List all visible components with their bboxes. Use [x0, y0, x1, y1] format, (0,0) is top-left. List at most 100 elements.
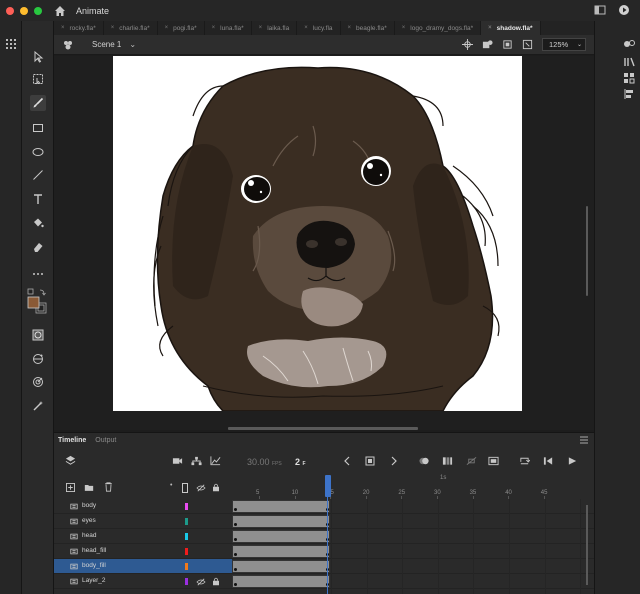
oval-tool[interactable] [30, 144, 46, 160]
test-movie-icon[interactable] [618, 4, 630, 16]
layer-color-swatch[interactable] [185, 548, 188, 555]
delete-layer-icon[interactable] [104, 482, 113, 492]
components-icon[interactable] [623, 72, 635, 84]
brush-mode-button[interactable] [30, 351, 46, 367]
pressure-button[interactable] [30, 374, 46, 390]
scene-name[interactable]: Scene 1 [92, 40, 121, 49]
keyframe-span[interactable] [232, 530, 330, 543]
line-tool[interactable] [30, 167, 46, 183]
clapper-icon[interactable] [62, 39, 74, 51]
tab-rocky[interactable]: × rocky.fla* [54, 21, 104, 35]
stage-vertical-scrollbar[interactable] [586, 206, 588, 296]
home-icon[interactable] [54, 5, 66, 17]
selection-tool[interactable] [30, 49, 46, 65]
keyframe-dot[interactable] [234, 508, 237, 511]
close-tab-icon[interactable]: × [61, 25, 65, 31]
properties-icon[interactable] [623, 38, 635, 50]
outline-toggle-icon[interactable] [182, 483, 188, 493]
tab-pogi[interactable]: × pogi.fla* [158, 21, 205, 35]
layer-color-swatch[interactable] [185, 503, 188, 510]
tab-lucy[interactable]: × lucy.fla [297, 21, 341, 35]
text-tool[interactable] [30, 191, 46, 207]
close-tab-icon[interactable]: × [259, 25, 263, 31]
timeline-scrollbar[interactable] [586, 505, 588, 585]
layer-color-swatch[interactable] [185, 518, 188, 525]
zoom-window-button[interactable] [34, 6, 42, 15]
layer-row[interactable]: Layer_2 [54, 574, 232, 589]
tab-timeline[interactable]: Timeline [54, 437, 91, 444]
layer-row[interactable]: body [54, 499, 232, 514]
brush-tool[interactable] [30, 95, 46, 111]
hidden-eye-icon[interactable] [196, 578, 206, 586]
highlight-dot-icon[interactable]: • [170, 482, 172, 489]
frame-row[interactable] [232, 499, 594, 514]
layer-color-swatch[interactable] [185, 578, 188, 585]
stage-canvas[interactable] [113, 56, 522, 411]
keyframe-span[interactable] [232, 575, 330, 588]
grid-menu-icon[interactable] [5, 38, 17, 50]
more-tools-button[interactable] [30, 266, 46, 282]
close-tab-icon[interactable]: × [165, 25, 169, 31]
close-tab-icon[interactable]: × [348, 25, 352, 31]
new-layer-icon[interactable] [66, 483, 75, 492]
fit-in-window-icon[interactable] [522, 39, 533, 50]
library-icon[interactable] [623, 56, 635, 68]
keyframe-span[interactable] [232, 560, 330, 573]
smoothing-button[interactable] [30, 398, 46, 414]
keyframe-dot[interactable] [234, 568, 237, 571]
keyframe-span[interactable] [232, 545, 330, 558]
keyframe-dot[interactable] [234, 553, 237, 556]
keyframe-dot[interactable] [234, 523, 237, 526]
layer-color-swatch[interactable] [185, 533, 188, 540]
tween-icon[interactable] [466, 456, 477, 466]
close-tab-icon[interactable]: × [212, 25, 216, 31]
keyframe-dot[interactable] [234, 583, 237, 586]
stage-area[interactable] [54, 56, 594, 430]
tab-charlie[interactable]: × charlie.fla* [104, 21, 158, 35]
edit-symbols-icon[interactable] [482, 39, 493, 50]
edit-multiple-frames-icon[interactable] [442, 456, 453, 466]
layer-color-swatch[interactable] [185, 563, 188, 570]
tab-beagle[interactable]: × beagle.fla* [341, 21, 395, 35]
lock-icon[interactable] [212, 577, 220, 586]
free-transform-tool[interactable] [30, 71, 46, 87]
paint-bucket-tool[interactable] [30, 215, 46, 231]
frame-row[interactable] [232, 559, 594, 574]
zoom-field[interactable]: 125% ⌄ [542, 38, 586, 51]
snap-object-button[interactable] [30, 327, 46, 343]
step-back-icon[interactable] [543, 456, 554, 466]
stage-horizontal-scrollbar[interactable] [228, 427, 418, 430]
keyframe-span[interactable] [232, 515, 330, 528]
center-stage-icon[interactable] [462, 39, 473, 50]
onion-skin-icon[interactable] [419, 456, 430, 466]
keyframe-dot[interactable] [234, 538, 237, 541]
frame-row[interactable] [232, 529, 594, 544]
layer-row[interactable]: head_fill [54, 544, 232, 559]
close-tab-icon[interactable]: × [488, 25, 492, 31]
close-tab-icon[interactable]: × [304, 25, 308, 31]
new-folder-icon[interactable] [84, 483, 94, 492]
panel-layout-icon[interactable] [594, 4, 606, 16]
keyframe-span[interactable] [232, 500, 330, 513]
align-icon[interactable] [623, 88, 635, 100]
lock-all-icon[interactable] [212, 483, 220, 492]
clip-canvas-icon[interactable] [502, 39, 513, 50]
next-keyframe-icon[interactable] [389, 456, 399, 466]
tab-shadow[interactable]: × shadow.fla* [481, 21, 541, 35]
layer-parenting-icon[interactable] [191, 456, 202, 466]
tab-luna[interactable]: × luna.fla* [205, 21, 252, 35]
tab-laika[interactable]: × laika.fla [252, 21, 298, 35]
insert-frame-icon[interactable] [488, 456, 499, 466]
camera-icon[interactable] [172, 456, 183, 466]
frame-row[interactable] [232, 544, 594, 559]
hide-all-eye-icon[interactable] [196, 484, 206, 492]
frame-grid[interactable] [232, 499, 594, 594]
previous-keyframe-icon[interactable] [342, 456, 352, 466]
layers-stack-icon[interactable] [65, 455, 76, 466]
playhead-handle[interactable] [325, 475, 331, 497]
play-icon[interactable] [567, 456, 578, 466]
frame-row[interactable] [232, 514, 594, 529]
frame-row[interactable] [232, 574, 594, 589]
close-tab-icon[interactable]: × [402, 25, 406, 31]
insert-keyframe-icon[interactable] [365, 456, 375, 466]
